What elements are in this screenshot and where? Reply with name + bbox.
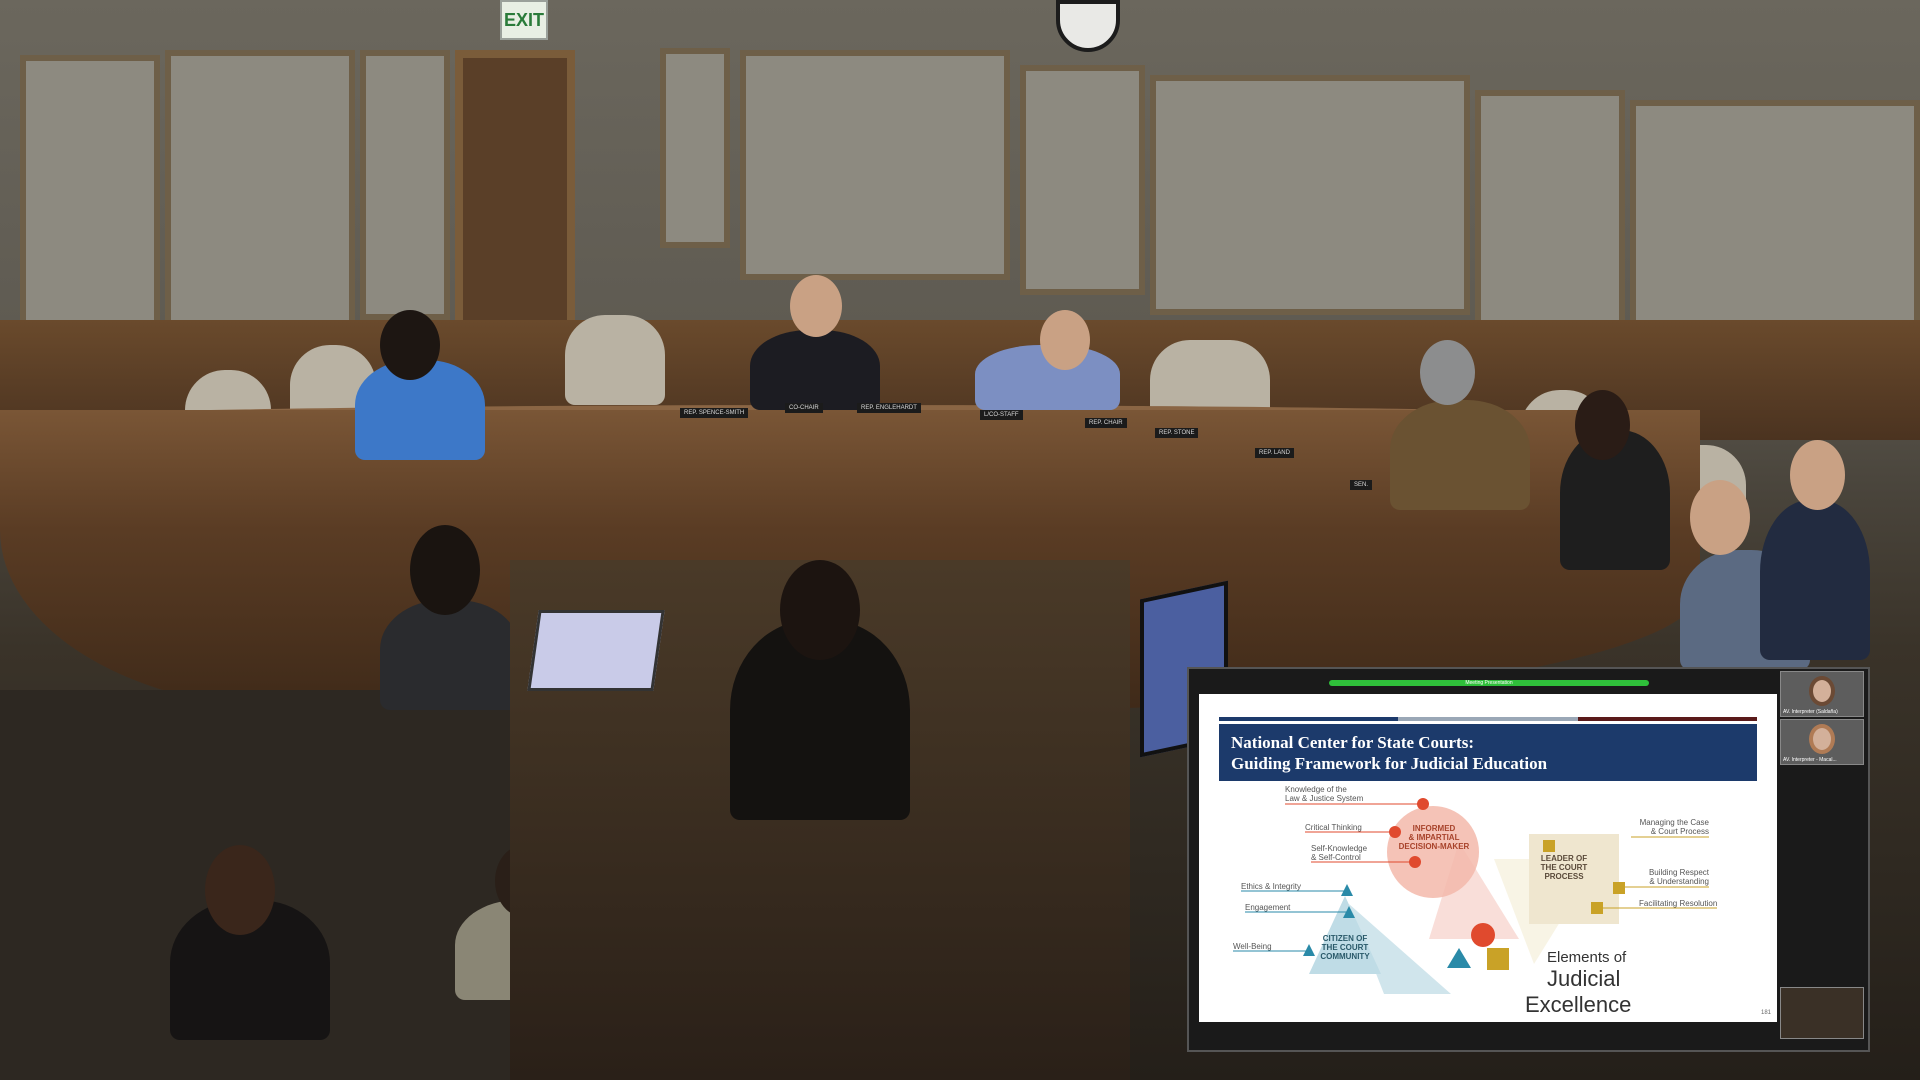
elements-line1: Elements of — [1547, 949, 1627, 966]
center-leader: LEADER OF THE COURT PROCESS — [1540, 854, 1588, 881]
framework-diagram: Knowledge of the Law & Justice System Cr… — [1219, 784, 1757, 1019]
header-stripes — [1219, 717, 1757, 721]
label-wellbeing: Well-Being — [1233, 942, 1272, 951]
elements-line2: Judicial — [1547, 966, 1621, 991]
nameplate: L/CO-STAFF — [980, 410, 1023, 420]
wall-panel — [1475, 90, 1625, 330]
share-indicator-bar[interactable]: Meeting Presentation — [1329, 680, 1649, 686]
presentation-overlay: Meeting Presentation National Center for… — [1187, 667, 1870, 1052]
chair — [565, 315, 665, 405]
slide-title-line2: Guiding Framework for Judicial Education — [1231, 754, 1548, 773]
person-head — [380, 310, 440, 380]
knowledge-icon — [1417, 798, 1429, 810]
person — [750, 330, 880, 410]
red-circle-icon — [1471, 923, 1495, 947]
nameplate: REP. SPENCE-SMITH — [680, 408, 749, 418]
slide-title: National Center for State Courts: Guidin… — [1219, 724, 1757, 781]
self-control-icon — [1409, 856, 1421, 868]
nameplate: REP. STONE — [1155, 428, 1199, 438]
center-citizen: CITIZEN OF THE COURT COMMUNITY — [1320, 934, 1370, 961]
wall-panel — [740, 50, 1010, 280]
wall-panel — [1150, 75, 1470, 315]
label-ethics: Ethics & Integrity — [1241, 882, 1302, 891]
wall-panel — [1020, 65, 1145, 295]
label-respect: Building Respect & Understanding — [1648, 868, 1709, 886]
wall-panel — [1630, 100, 1920, 350]
resolution-icon — [1591, 902, 1603, 914]
room-camera-tile[interactable] — [1780, 987, 1864, 1039]
decision-maker-circle — [1387, 806, 1479, 898]
laptop — [527, 610, 665, 691]
teal-triangle-icon — [1447, 948, 1471, 968]
slide-page-number: 181 — [1760, 1010, 1771, 1016]
center-decision-maker: INFORMED & IMPARTIAL DECISION-MAKER — [1398, 824, 1470, 851]
nameplate: REP. CHAIR — [1085, 418, 1127, 428]
label-engagement: Engagement — [1245, 903, 1291, 912]
gold-square-icon — [1487, 948, 1509, 970]
person-head — [790, 275, 842, 337]
participant-name: AV. Interpreter (Saldaña) — [1783, 709, 1838, 715]
presenter-head — [780, 560, 860, 660]
presentation-slide: Meeting Presentation National Center for… — [1199, 680, 1777, 1022]
share-caption: Meeting Presentation — [1465, 680, 1513, 686]
person-head — [1790, 440, 1845, 510]
nameplate: REP. LAND — [1255, 448, 1294, 458]
wall-panel — [660, 48, 730, 248]
wall-panel — [360, 50, 450, 320]
managing-icon — [1543, 840, 1555, 852]
person — [380, 600, 520, 710]
slide-toolbar: Meeting Presentation — [1199, 674, 1777, 692]
participant-face — [1813, 680, 1831, 702]
participant-face — [1813, 728, 1831, 750]
label-managing: Managing the Case & Court Process — [1639, 818, 1709, 836]
elements-line3: Excellence — [1525, 992, 1632, 1017]
exit-sign: EXIT — [500, 0, 548, 40]
label-facilitating: Facilitating Resolution — [1639, 899, 1718, 908]
participant-tile[interactable]: AV. Interpreter (Saldaña) — [1780, 671, 1864, 717]
wall-panel — [165, 50, 355, 350]
elements-of-judicial-excellence: Elements of Judicial Excellence — [1519, 949, 1669, 1018]
nameplate: REP. ENGLEHARDT — [857, 403, 921, 413]
person — [1760, 500, 1870, 660]
person — [1390, 400, 1530, 510]
respect-icon — [1613, 882, 1625, 894]
person-head — [1690, 480, 1750, 555]
label-self-knowledge: Self-Knowledge & Self-Control — [1311, 844, 1368, 862]
participant-tile[interactable]: AV. Interpreter - Macal... — [1780, 719, 1864, 765]
nameplate: SEN. — [1350, 480, 1373, 490]
wall-clock-icon — [1056, 0, 1120, 52]
ethics-icon — [1341, 884, 1353, 896]
person-head — [1040, 310, 1090, 370]
nameplate: CO-CHAIR — [785, 403, 823, 413]
slide-title-line1: National Center for State Courts: — [1231, 733, 1474, 752]
person-head — [1420, 340, 1475, 405]
person-head — [205, 845, 275, 935]
participant-name: AV. Interpreter - Macal... — [1783, 757, 1837, 763]
label-critical-thinking: Critical Thinking — [1305, 823, 1362, 832]
label-knowledge: Knowledge of the Law & Justice System — [1285, 785, 1364, 803]
person-head — [410, 525, 480, 615]
person-head — [1575, 390, 1630, 460]
participant-thumbnails: AV. Interpreter (Saldaña) AV. Interprete… — [1780, 671, 1864, 1051]
